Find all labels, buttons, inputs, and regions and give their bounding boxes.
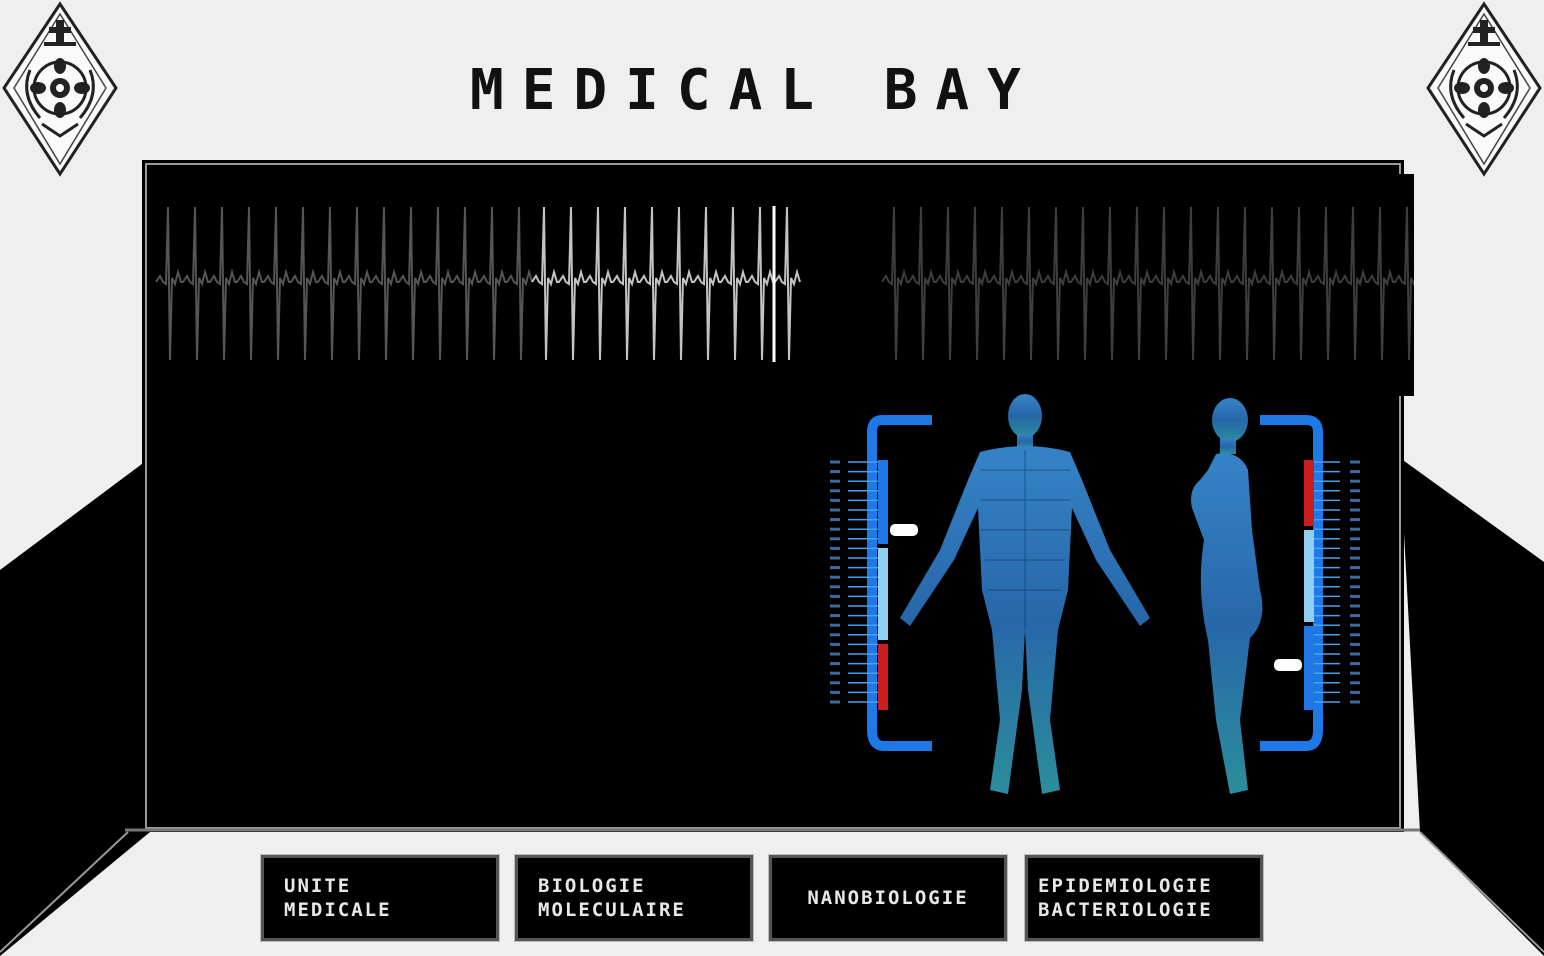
gauge-scale-mark: [1350, 681, 1360, 685]
gauge-scale-mark: [830, 633, 840, 637]
gauge-scale-mark: [1350, 470, 1360, 474]
gauge-scale-mark: [830, 508, 840, 512]
gauge-scale-mark: [1350, 623, 1360, 627]
ecg-trace-old: [155, 206, 533, 361]
ecg-monitor: [152, 174, 1414, 396]
page-title: MEDICAL BAY: [470, 58, 1039, 123]
gauge-scale-mark: [830, 652, 840, 656]
gauge-scale-mark: [1350, 518, 1360, 522]
gauge-scale-mark: [1350, 614, 1360, 618]
gauge-scale-mark: [830, 556, 840, 560]
side-gauge: [1304, 460, 1360, 710]
gauge-scale-mark: [830, 518, 840, 522]
gauge-scale-mark: [1350, 585, 1360, 589]
gauge-scale-mark: [1350, 566, 1360, 570]
epidemiologie-bacteriologie-button[interactable]: EPIDEMIOLOGIE BACTERIOLOGIE: [1024, 854, 1264, 942]
gauge-scale-mark: [1350, 633, 1360, 637]
gauge-scale-mark: [1350, 546, 1360, 550]
side-level-marker: [1274, 659, 1302, 671]
gauge-scale-mark: [1350, 604, 1360, 608]
gauge-scale-mark: [1350, 556, 1360, 560]
gauge-scale-mark: [1350, 594, 1360, 598]
gauge-scale-mark: [830, 662, 840, 666]
ecg-trace: [155, 206, 1414, 362]
gauge-scale-mark: [830, 527, 840, 531]
gauge-scale-mark: [830, 681, 840, 685]
front-level-marker: [890, 524, 918, 536]
ecg-trace-recent: [531, 206, 801, 361]
gauge-scale-mark: [1350, 508, 1360, 512]
gauge-scale-mark: [830, 498, 840, 502]
gauge-scale-mark: [1350, 460, 1360, 464]
gauge-scale-mark: [830, 566, 840, 570]
gauge-scale-mark: [1350, 642, 1360, 646]
gauge-scale-mark: [1350, 652, 1360, 656]
gauge-scale-mark: [1350, 498, 1360, 502]
gauge-scale-mark: [830, 537, 840, 541]
crest-diamond-icon: [1426, 1, 1542, 177]
gauge-scale-mark: [1350, 537, 1360, 541]
gauge-scale-mark: [1350, 489, 1360, 493]
gauge-scale-mark: [830, 700, 840, 704]
gauge-scale-mark: [830, 690, 840, 694]
gauge-scale-mark: [1350, 527, 1360, 531]
gauge-scale-mark: [830, 479, 840, 483]
gauge-scale-mark: [830, 623, 840, 627]
nav-bar: UNITE MEDICALE BIOLOGIE MOLECULAIRE NANO…: [0, 854, 1544, 945]
gauge-scale-mark: [1350, 700, 1360, 704]
gauge-scale-mark: [1350, 575, 1360, 579]
crest-diamond-icon: [2, 1, 118, 177]
gauge-scale-mark: [830, 604, 840, 608]
nanobiologie-button[interactable]: NANOBIOLOGIE: [768, 854, 1008, 942]
gauge-scale-mark: [830, 489, 840, 493]
gauge-scale-mark: [830, 575, 840, 579]
body-scan-display: [830, 394, 1360, 794]
unite-medicale-button[interactable]: UNITE MEDICALE: [260, 854, 500, 942]
gauge-scale-mark: [1350, 479, 1360, 483]
ecg-trace-faded: [881, 206, 1414, 361]
gauge-scale-mark: [830, 642, 840, 646]
gauge-scale-mark: [830, 585, 840, 589]
gauge-scale-mark: [830, 671, 840, 675]
gauge-scale-mark: [830, 594, 840, 598]
gauge-scale-mark: [830, 614, 840, 618]
gauge-scale-mark: [830, 470, 840, 474]
gauge-scale-mark: [1350, 671, 1360, 675]
gauge-scale-mark: [1350, 690, 1360, 694]
biologie-moleculaire-button[interactable]: BIOLOGIE MOLECULAIRE: [514, 854, 754, 942]
gauge-scale-mark: [830, 460, 840, 464]
gauge-scale-mark: [830, 546, 840, 550]
front-gauge: [830, 460, 888, 710]
gauge-scale-mark: [1350, 662, 1360, 666]
side-body-figure: [1191, 398, 1263, 794]
